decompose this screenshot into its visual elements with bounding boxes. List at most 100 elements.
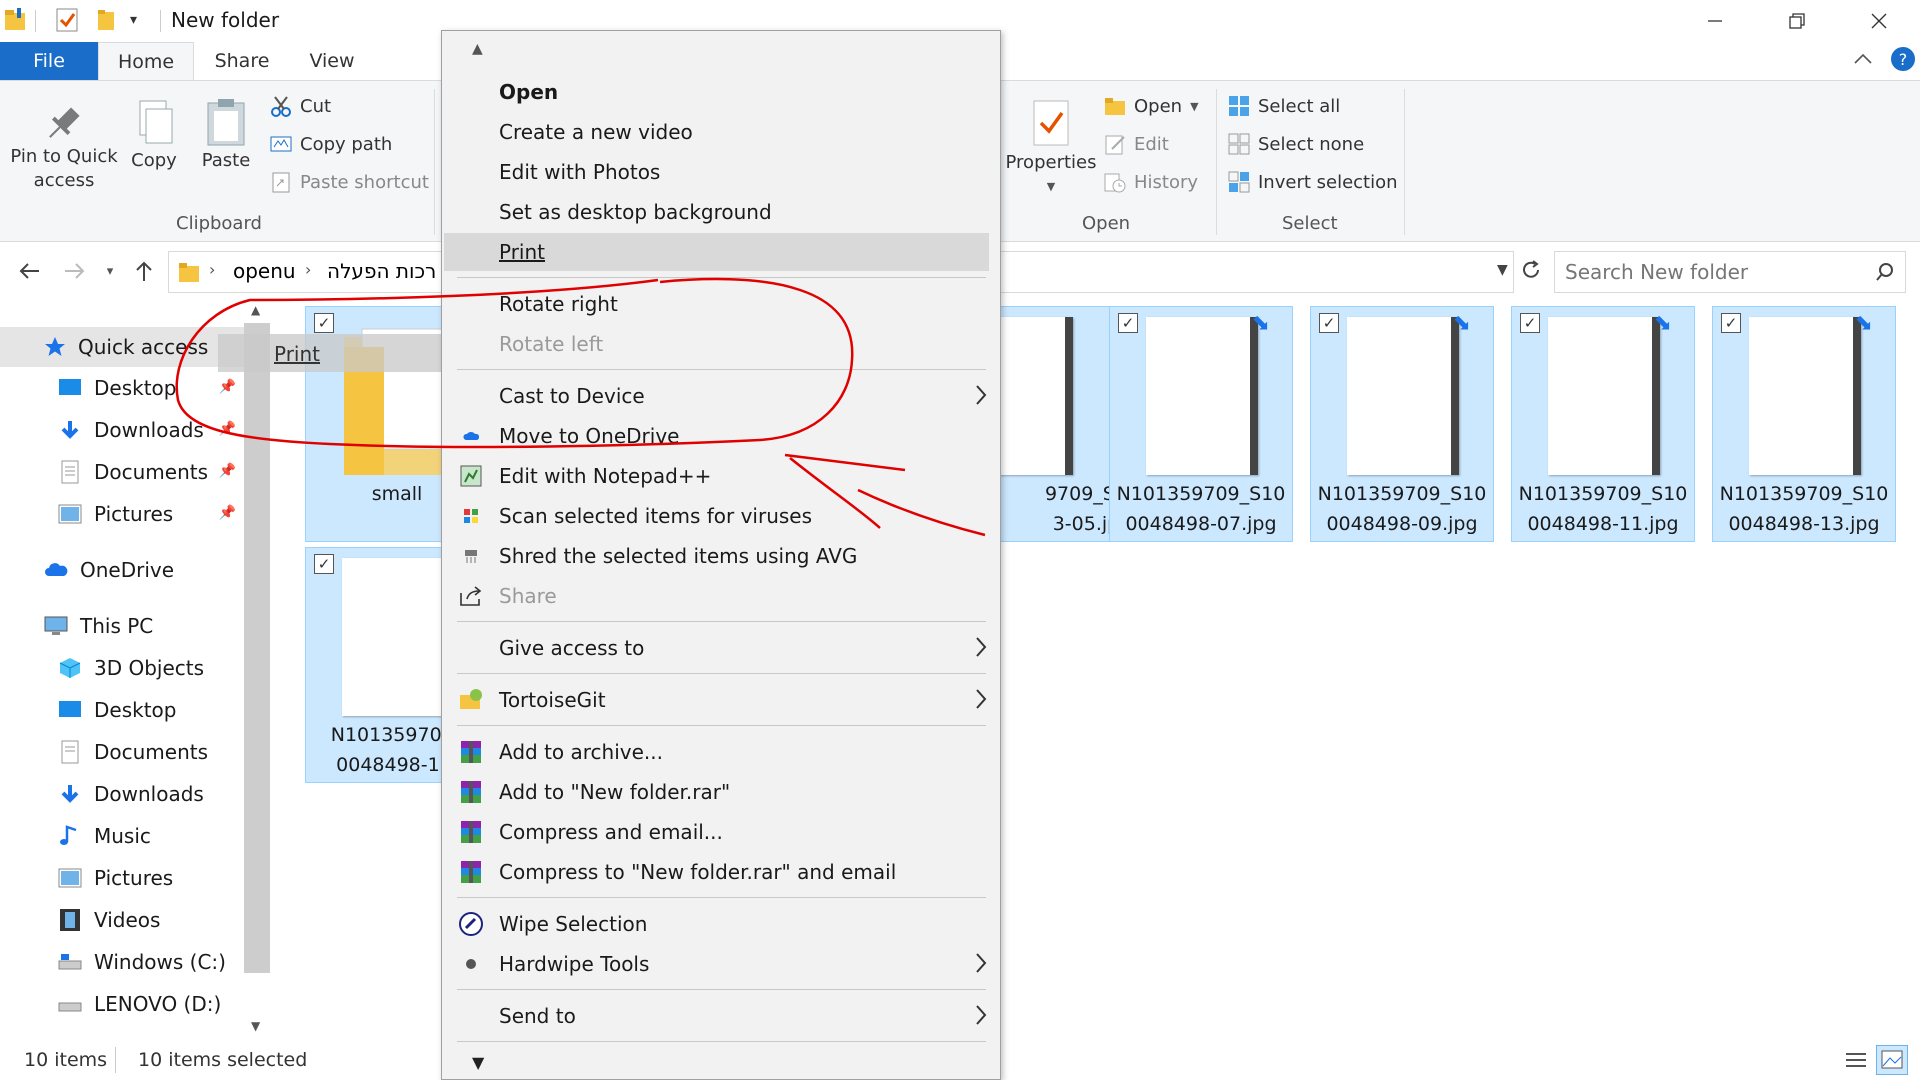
file-tile-09[interactable]: ✓ ⬊ N101359709_S10 0048498-09.jpg [1310, 306, 1494, 542]
nav-desktop[interactable]: Desktop 📌 [0, 368, 244, 408]
menu-edit-notepad[interactable]: Edit with Notepad++ [454, 457, 988, 495]
properties-button[interactable]: Properties ▼ [1004, 97, 1098, 199]
nav-pc-documents[interactable]: Documents [0, 732, 244, 772]
select-none-button[interactable]: Select none [1228, 133, 1364, 155]
paste-button[interactable]: Paste [196, 97, 256, 173]
menu-add-archive[interactable]: Add to archive... [454, 733, 988, 771]
menu-move-onedrive[interactable]: Move to OneDrive [454, 417, 988, 455]
checkbox-icon[interactable]: ✓ [314, 313, 334, 333]
menu-rotate-left[interactable]: Rotate left [454, 325, 988, 363]
large-icons-view-icon[interactable] [1876, 1045, 1908, 1075]
customize-toolbar-icon[interactable]: ▾ [130, 12, 137, 28]
tab-file[interactable]: File [0, 42, 98, 80]
menu-edit-photos[interactable]: Edit with Photos [454, 153, 988, 191]
menu-add-rar[interactable]: Add to "New folder.rar" [454, 773, 988, 811]
menu-give-access[interactable]: Give access to [454, 629, 988, 667]
search-input[interactable]: Search New folder [1554, 251, 1906, 293]
nav-documents[interactable]: Documents 📌 [0, 452, 244, 492]
pictures-icon [58, 868, 82, 888]
recent-locations-icon[interactable]: ▾ [92, 253, 128, 289]
back-button[interactable] [12, 253, 48, 289]
breadcrumb-folder[interactable]: רכות הפעלה [327, 259, 436, 283]
nav-videos[interactable]: Videos [0, 900, 244, 940]
invert-selection-button[interactable]: Invert selection [1228, 171, 1398, 193]
menu-share[interactable]: Share [454, 577, 988, 615]
forward-button[interactable] [56, 253, 92, 289]
menu-rotate-right[interactable]: Rotate right [454, 285, 988, 323]
copy-path-button[interactable]: Copy path [270, 133, 392, 155]
up-button[interactable] [126, 253, 162, 289]
nav-3d-objects[interactable]: 3D Objects [0, 648, 244, 688]
file-name-line: N101359709_S10 [1116, 483, 1286, 505]
scroll-up-icon[interactable]: ▲ [472, 41, 483, 57]
open-button[interactable]: Open ▼ [1104, 95, 1199, 117]
menu-hardwipe-tools[interactable]: Hardwipe Tools [454, 945, 988, 983]
nav-pictures[interactable]: Pictures 📌 [0, 494, 244, 534]
nav-pc-desktop[interactable]: Desktop [0, 690, 244, 730]
file-tile-07[interactable]: ✓ ⬊ N101359709_S10 0048498-07.jpg [1109, 306, 1293, 542]
nav-music[interactable]: Music [0, 816, 244, 856]
refresh-icon[interactable] [1520, 259, 1542, 281]
file-tile-11[interactable]: ✓ ⬊ N101359709_S10 0048498-11.jpg [1511, 306, 1695, 542]
nav-quick-access[interactable]: Quick access [0, 327, 244, 367]
nav-lenovo-d-label: LENOVO (D:) [94, 992, 222, 1016]
details-view-icon[interactable] [1844, 1049, 1868, 1073]
nav-pc-downloads[interactable]: Downloads [0, 774, 244, 814]
history-label: History [1134, 171, 1199, 193]
menu-set-background[interactable]: Set as desktop background [454, 193, 988, 231]
checkbox-icon[interactable]: ✓ [1118, 313, 1138, 333]
pin-icon: 📌 [218, 463, 236, 479]
menu-create-video[interactable]: Create a new video [454, 113, 988, 151]
paste-shortcut-button[interactable]: Paste shortcut [270, 171, 429, 193]
menu-send-to[interactable]: Send to [454, 997, 988, 1035]
pin-to-quick-access-button[interactable]: Pin to Quick access [8, 101, 120, 193]
breadcrumb-separator-icon[interactable]: › [209, 260, 215, 279]
restore-button[interactable] [1758, 0, 1836, 42]
select-all-button[interactable]: Select all [1228, 95, 1340, 117]
scroll-down-icon[interactable]: ▼ [472, 1053, 484, 1072]
collapse-ribbon-icon[interactable] [1852, 48, 1874, 70]
folder-icon[interactable] [4, 8, 26, 32]
nav-windows-c[interactable]: Windows (C:) [0, 942, 244, 982]
new-folder-icon[interactable] [96, 8, 118, 32]
nav-this-pc[interactable]: This PC [0, 606, 244, 646]
menu-wipe-selection[interactable]: Wipe Selection [454, 905, 988, 943]
nav-pc-pictures[interactable]: Pictures [0, 858, 244, 898]
scroll-up-icon[interactable]: ▲ [251, 303, 260, 317]
checkbox-icon[interactable]: ✓ [1721, 313, 1741, 333]
breadcrumb-openu[interactable]: openu [233, 259, 296, 283]
history-button[interactable]: History [1104, 171, 1198, 193]
nav-lenovo-d[interactable]: LENOVO (D:) [0, 984, 244, 1024]
menu-print[interactable]: Print [444, 233, 989, 271]
pin-label-2: access [33, 170, 95, 191]
tab-share[interactable]: Share [200, 42, 284, 80]
checkbox-icon[interactable]: ✓ [1319, 313, 1339, 333]
nav-scrollbar-thumb[interactable] [244, 323, 270, 973]
minimize-button[interactable] [1676, 0, 1754, 42]
cube-icon [59, 658, 81, 678]
checkbox-icon[interactable]: ✓ [314, 554, 334, 574]
cut-button[interactable]: Cut [270, 95, 331, 117]
tab-view[interactable]: View [290, 42, 374, 80]
copy-button[interactable]: Copy [126, 97, 182, 173]
menu-cast-to-device[interactable]: Cast to Device [454, 377, 988, 415]
menu-compress-email[interactable]: Compress and email... [454, 813, 988, 851]
close-button[interactable] [1840, 0, 1918, 42]
menu-compress-rar-email[interactable]: Compress to "New folder.rar" and email [454, 853, 988, 891]
select-none-icon [1228, 133, 1250, 155]
address-dropdown-icon[interactable]: ▼ [1497, 262, 1508, 278]
properties-check-icon[interactable] [56, 8, 78, 32]
nav-onedrive[interactable]: OneDrive [0, 550, 244, 590]
scroll-down-icon[interactable]: ▼ [251, 1019, 260, 1033]
menu-open[interactable]: Open [454, 73, 988, 111]
tab-home[interactable]: Home [98, 42, 194, 81]
help-icon[interactable]: ? [1890, 46, 1916, 72]
menu-tortoisegit[interactable]: TortoiseGit [454, 681, 988, 719]
breadcrumb-separator-icon[interactable]: › [305, 260, 311, 279]
edit-button[interactable]: Edit [1104, 133, 1169, 155]
menu-shred[interactable]: Shred the selected items using AVG [454, 537, 988, 575]
menu-scan-viruses[interactable]: Scan selected items for viruses [454, 497, 988, 535]
checkbox-icon[interactable]: ✓ [1520, 313, 1540, 333]
nav-downloads[interactable]: Downloads 📌 [0, 410, 244, 450]
file-tile-13[interactable]: ✓ ⬊ N101359709_S10 0048498-13.jpg [1712, 306, 1896, 542]
